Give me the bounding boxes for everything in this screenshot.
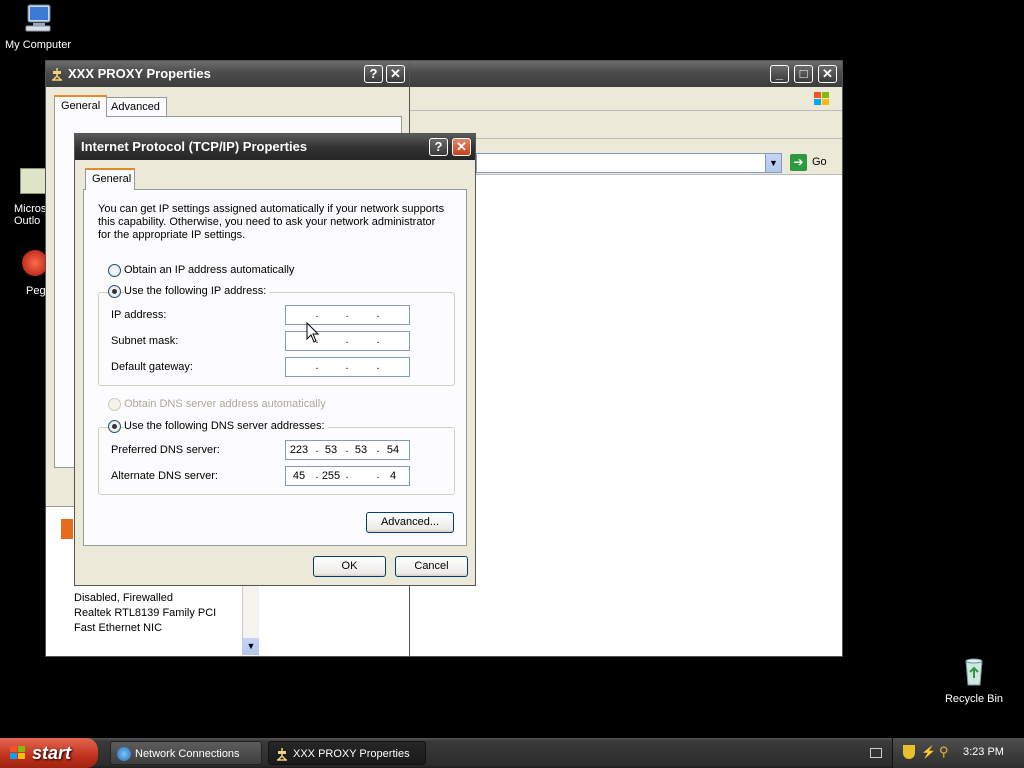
go-arrow-icon: ➔ [790, 154, 807, 171]
preferred-dns-label: Preferred DNS server: [111, 444, 220, 456]
search-icon[interactable]: ⚲ [939, 744, 953, 759]
ip-auto-label[interactable]: Obtain an IP address automatically [124, 264, 294, 276]
close-button[interactable]: ✕ [386, 65, 405, 83]
network-connection-icon [277, 748, 287, 761]
ok-button[interactable]: OK [313, 556, 386, 577]
go-label: Go [812, 156, 827, 168]
taskbar-item-proxy-properties[interactable]: XXX PROXY Properties [268, 741, 426, 765]
desktop-icon-recycle-bin[interactable]: Recycle Bin [936, 656, 1012, 705]
details-header-icon [61, 519, 73, 539]
network-connection-icon [52, 68, 62, 81]
recycle-bin-label: Recycle Bin [944, 693, 1004, 705]
ip-manual-radio[interactable] [108, 285, 121, 298]
help-button[interactable]: ? [429, 138, 448, 156]
task-label: XXX PROXY Properties [293, 748, 410, 760]
my-computer-label: My Computer [4, 39, 72, 51]
network-connections-titlebar: _ □ ✕ [406, 61, 842, 87]
ip-address-label: IP address: [111, 309, 167, 321]
recycle-bin-icon [965, 658, 983, 686]
subnet-label: Subnet mask: [111, 335, 179, 347]
dns-manual-radio[interactable] [108, 420, 121, 433]
dns-auto-label[interactable]: Obtain DNS server address automatically [124, 398, 326, 410]
taskbar-item-network-connections[interactable]: Network Connections [110, 741, 262, 765]
close-button[interactable]: ✕ [452, 138, 471, 156]
outlook-label: Micros Outlo [14, 203, 47, 227]
task-label: Network Connections [135, 748, 240, 760]
maximize-button[interactable]: □ [794, 65, 813, 83]
octet: 54 [386, 444, 400, 456]
default-gateway-field[interactable]: . . . [285, 357, 410, 377]
subnet-mask-field[interactable]: . . . [285, 331, 410, 351]
ip-auto-radio[interactable] [108, 264, 121, 277]
octet: 45 [292, 470, 306, 482]
status-line: Realtek RTL8139 Family PCI [74, 607, 217, 619]
scroll-down-icon[interactable]: ▼ [243, 638, 259, 655]
keyboard-icon[interactable] [870, 748, 882, 758]
tcpip-titlebar: Internet Protocol (TCP/IP) Properties ? … [75, 134, 475, 160]
taskbar: start Network Connections XXX PROXY Prop… [0, 738, 1024, 768]
advanced-button[interactable]: Advanced... [366, 512, 454, 533]
outlook-icon[interactable] [20, 168, 46, 194]
cancel-button[interactable]: Cancel [395, 556, 468, 577]
status-line: Disabled, Firewalled [74, 592, 174, 604]
preferred-dns-field[interactable]: 223. 53. 53. 54 [285, 440, 410, 460]
chevron-down-icon[interactable]: ▼ [765, 154, 781, 172]
address-input[interactable]: ▼ [476, 153, 782, 173]
octet: 53 [354, 444, 368, 456]
close-button[interactable]: ✕ [818, 65, 837, 83]
intro-text: You can get IP settings assigned automat… [98, 203, 445, 241]
minimize-button[interactable]: _ [770, 65, 789, 83]
connection-status: Disabled, Firewalled Realtek RTL8139 Fam… [74, 591, 216, 636]
proxy-window-title: XXX PROXY Properties [68, 66, 211, 81]
tab-general[interactable]: General [54, 95, 108, 117]
proxy-properties-titlebar: XXX PROXY Properties ? ✕ [46, 61, 409, 87]
tab-general[interactable]: General [85, 168, 135, 190]
go-button[interactable]: ➔ Go [788, 153, 838, 173]
start-button[interactable]: start [0, 738, 98, 768]
status-line: Fast Ethernet NIC [74, 622, 163, 634]
windows-flag-icon [814, 92, 829, 105]
tcpip-tab-panel: You can get IP settings assigned automat… [83, 189, 467, 546]
gateway-label: Default gateway: [111, 361, 193, 373]
pegasus-label: Peg [26, 285, 46, 297]
dns-auto-radio[interactable] [108, 398, 121, 411]
shield-icon[interactable] [903, 745, 915, 759]
help-button[interactable]: ? [364, 65, 383, 83]
network-connections-icon [117, 747, 131, 761]
desktop-icon-my-computer[interactable]: My Computer [0, 2, 76, 51]
alternate-dns-label: Alternate DNS server: [111, 470, 218, 482]
alternate-dns-field[interactable]: 45. 255. . 4 [285, 466, 410, 486]
ip-address-field[interactable]: . . . [285, 305, 410, 325]
octet: 53 [324, 444, 338, 456]
ip-manual-label[interactable]: Use the following IP address: [124, 285, 270, 297]
network-tray-icon[interactable]: ⚡ [921, 745, 936, 759]
system-tray: ⚡ ⚲ 3:23 PM [892, 738, 1024, 768]
tab-advanced[interactable]: Advanced [104, 97, 167, 117]
octet: 255 [321, 470, 341, 482]
windows-flag-icon [10, 746, 25, 759]
tcpip-title: Internet Protocol (TCP/IP) Properties [81, 139, 308, 154]
my-computer-icon [25, 4, 51, 32]
octet: 223 [289, 444, 309, 456]
clock[interactable]: 3:23 PM [963, 746, 1004, 758]
tcpip-properties-dialog: Internet Protocol (TCP/IP) Properties ? … [74, 133, 476, 586]
mouse-cursor-icon [306, 322, 320, 343]
menu-bar [406, 87, 842, 111]
octet: 4 [389, 470, 397, 482]
start-label: start [32, 743, 72, 763]
dns-manual-label[interactable]: Use the following DNS server addresses: [124, 420, 328, 432]
